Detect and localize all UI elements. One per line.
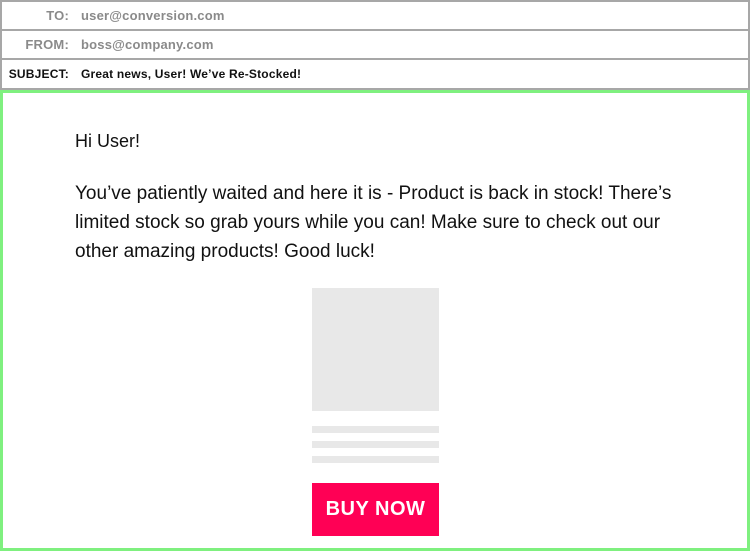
- subject-label: SUBJECT:: [8, 67, 69, 81]
- greeting: Hi User!: [75, 131, 141, 151]
- buy-now-button[interactable]: BUY NOW: [312, 483, 439, 536]
- product-text-placeholder-line: [312, 441, 439, 448]
- subject-row: SUBJECT: Great news, User! We’ve Re-Stoc…: [0, 58, 750, 90]
- from-value[interactable]: boss@company.com: [81, 37, 214, 52]
- from-label: FROM:: [25, 37, 69, 52]
- to-row: TO: user@conversion.com: [0, 0, 750, 31]
- product-text-placeholder-line: [312, 426, 439, 433]
- product-image-placeholder[interactable]: [312, 288, 439, 411]
- to-label: TO:: [46, 8, 69, 23]
- to-value[interactable]: user@conversion.com: [81, 8, 225, 23]
- subject-value[interactable]: Great news, User! We’ve Re-Stocked!: [81, 67, 301, 81]
- from-row: FROM: boss@company.com: [0, 29, 750, 60]
- email-body: Hi User! You’ve patiently waited and her…: [0, 90, 750, 551]
- product-text-placeholder-line: [312, 456, 439, 463]
- message-text: You’ve patiently waited and here it is -…: [75, 183, 672, 262]
